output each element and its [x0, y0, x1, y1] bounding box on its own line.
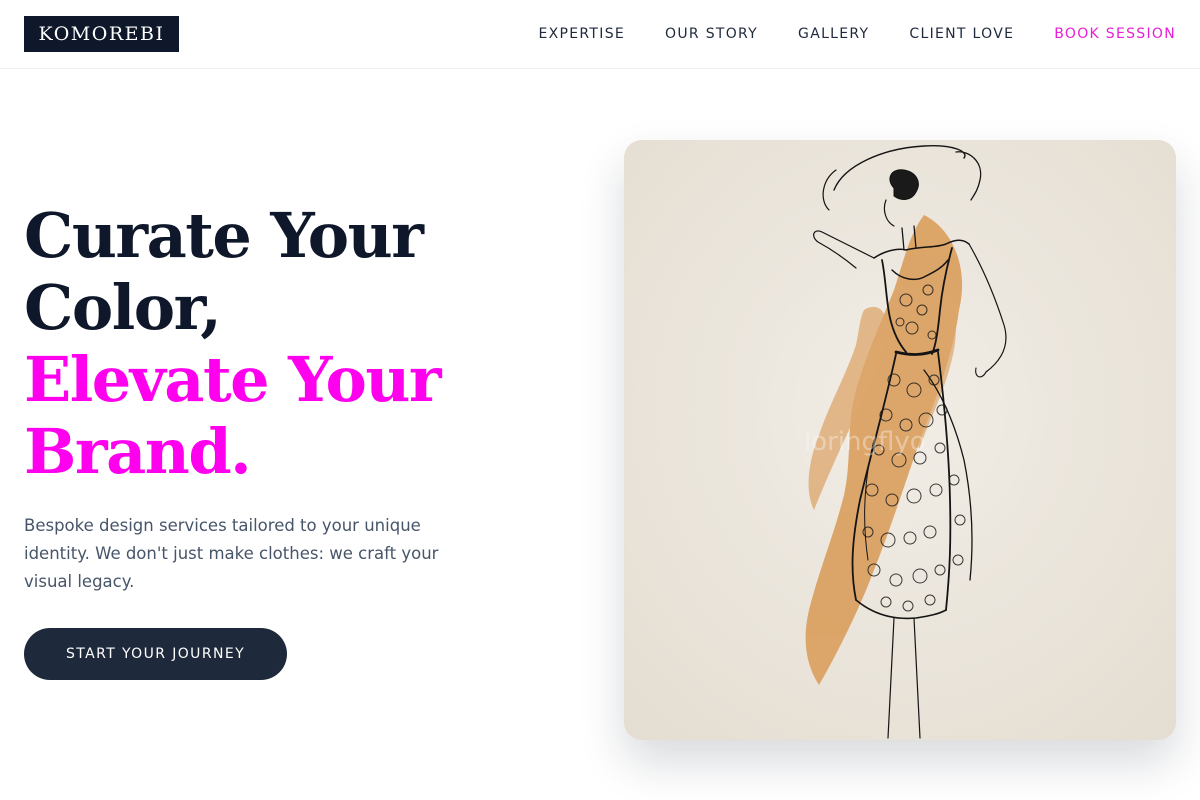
headline-line-1: Curate Your: [24, 199, 424, 272]
hero-headline: Curate Your Color, Elevate Your Brand.: [24, 200, 524, 488]
fashion-illustration: loringflyo: [624, 140, 1176, 740]
headline-line-4: Brand.: [24, 415, 252, 488]
brand-logo[interactable]: KOMOREBI: [24, 16, 179, 52]
nav-link-our-story[interactable]: OUR STORY: [665, 26, 758, 42]
site-header: KOMOREBI EXPERTISE OUR STORY GALLERY CLI…: [0, 0, 1200, 69]
headline-line-2: Color,: [24, 271, 222, 344]
fashion-sketch-image: loringflyo: [624, 140, 1176, 740]
headline-line-3: Elevate Your: [24, 343, 442, 416]
hero-headline-block: Curate Your Color, Elevate Your Brand.: [24, 200, 524, 488]
nav-link-gallery[interactable]: GALLERY: [798, 26, 869, 42]
main-nav: EXPERTISE OUR STORY GALLERY CLIENT LOVE …: [539, 0, 1177, 68]
nav-link-book-session[interactable]: BOOK SESSION: [1054, 26, 1176, 42]
nav-link-expertise[interactable]: EXPERTISE: [539, 26, 626, 42]
image-watermark: loringflyo: [804, 427, 926, 457]
hero-subcopy: Bespoke design services tailored to your…: [24, 516, 439, 591]
start-journey-button[interactable]: START YOUR JOURNEY: [24, 628, 287, 680]
nav-link-client-love[interactable]: CLIENT LOVE: [909, 26, 1014, 42]
